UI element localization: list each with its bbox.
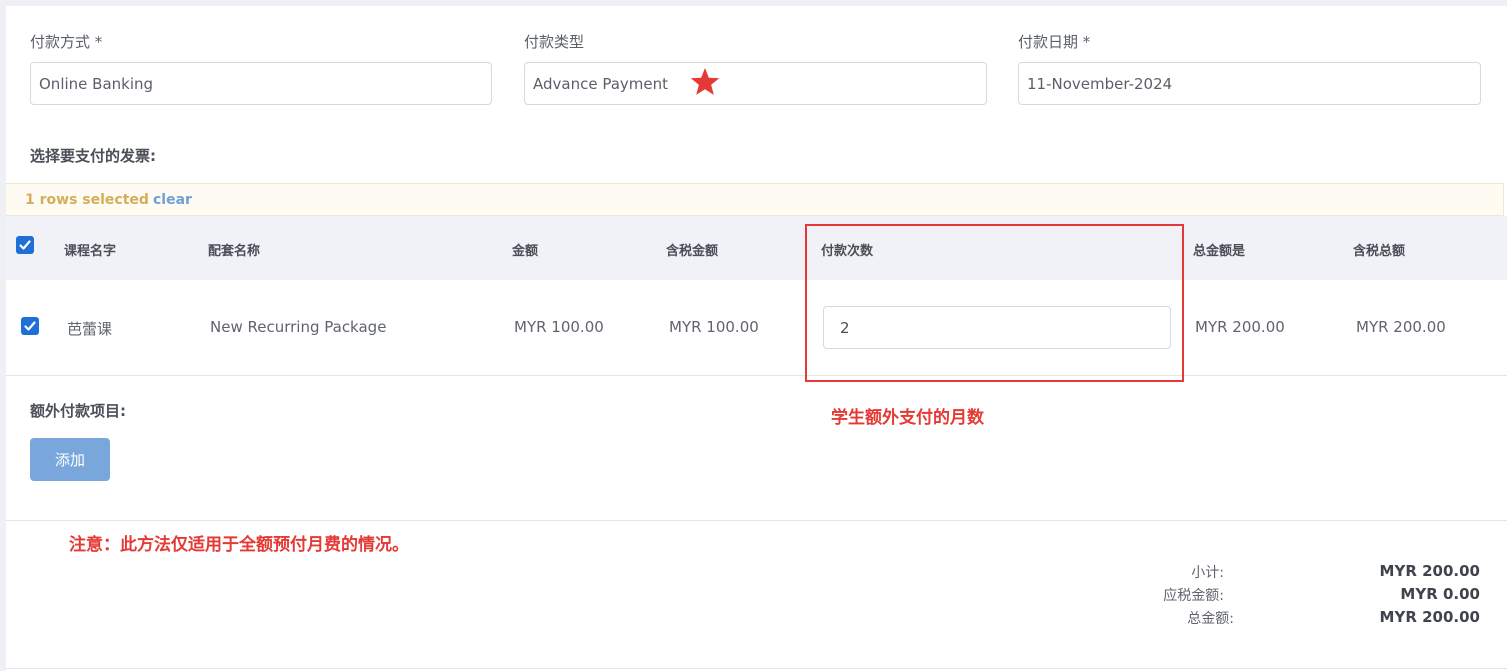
subtotal-value: MYR 200.00 bbox=[1379, 562, 1480, 580]
check-icon bbox=[19, 240, 31, 250]
tax-label: 应税金额: bbox=[1163, 588, 1224, 604]
cell-amount: MYR 100.00 bbox=[514, 318, 604, 336]
payment-date-input[interactable] bbox=[1018, 62, 1481, 105]
bottom-divider bbox=[6, 668, 1507, 669]
table-row: 芭蕾课 New Recurring Package MYR 100.00 MYR… bbox=[6, 280, 1507, 376]
invoice-table-header: 课程名字 配套名称 金额 含税金额 付款次数 总金额是 含税总额 bbox=[6, 216, 1507, 280]
subtotal-label: 小计: bbox=[1191, 565, 1224, 581]
column-header-total-amount[interactable]: 总金额是 bbox=[1193, 240, 1245, 259]
payment-method-input[interactable] bbox=[30, 62, 492, 105]
row-checkbox[interactable] bbox=[21, 317, 39, 335]
cell-amount-with-tax: MYR 100.00 bbox=[669, 318, 759, 336]
payment-date-label: 付款日期 * bbox=[1018, 33, 1091, 51]
select-all-checkbox[interactable] bbox=[16, 236, 34, 254]
add-button[interactable]: 添加 bbox=[30, 438, 110, 481]
column-header-amount[interactable]: 金额 bbox=[512, 240, 538, 259]
column-header-course[interactable]: 课程名字 bbox=[64, 240, 116, 259]
cell-total-amount: MYR 200.00 bbox=[1195, 318, 1285, 336]
cell-total-with-tax: MYR 200.00 bbox=[1356, 318, 1446, 336]
cell-package-name: New Recurring Package bbox=[210, 318, 387, 336]
clear-selection-link[interactable]: clear bbox=[153, 192, 192, 208]
check-icon bbox=[24, 321, 36, 331]
column-header-payment-count[interactable]: 付款次数 bbox=[821, 240, 873, 259]
warning-annotation: 注意：此方法仅适用于全额预付月费的情况。 bbox=[69, 535, 409, 555]
invoices-section-title: 选择要支付的发票: bbox=[30, 147, 156, 165]
payment-type-label: 付款类型 bbox=[524, 33, 585, 51]
extra-items-title: 额外付款项目: bbox=[30, 402, 126, 420]
cell-course-name: 芭蕾课 bbox=[67, 320, 113, 338]
payment-count-input[interactable] bbox=[823, 306, 1171, 349]
selection-bar: 1 rows selected clear bbox=[6, 183, 1504, 216]
column-header-package[interactable]: 配套名称 bbox=[208, 240, 260, 259]
column-header-total-with-tax[interactable]: 含税总额 bbox=[1353, 240, 1405, 259]
months-annotation: 学生额外支付的月数 bbox=[831, 408, 984, 428]
payment-method-label: 付款方式 * bbox=[30, 33, 103, 51]
total-value: MYR 200.00 bbox=[1379, 608, 1480, 626]
payment-type-input[interactable] bbox=[524, 62, 987, 105]
selection-count: 1 rows selected bbox=[25, 192, 149, 208]
column-header-amount-with-tax[interactable]: 含税金额 bbox=[666, 240, 718, 259]
star-icon bbox=[690, 68, 720, 95]
tax-value: MYR 0.00 bbox=[1400, 585, 1480, 603]
divider bbox=[6, 520, 1507, 521]
total-label: 总金额: bbox=[1187, 611, 1234, 627]
